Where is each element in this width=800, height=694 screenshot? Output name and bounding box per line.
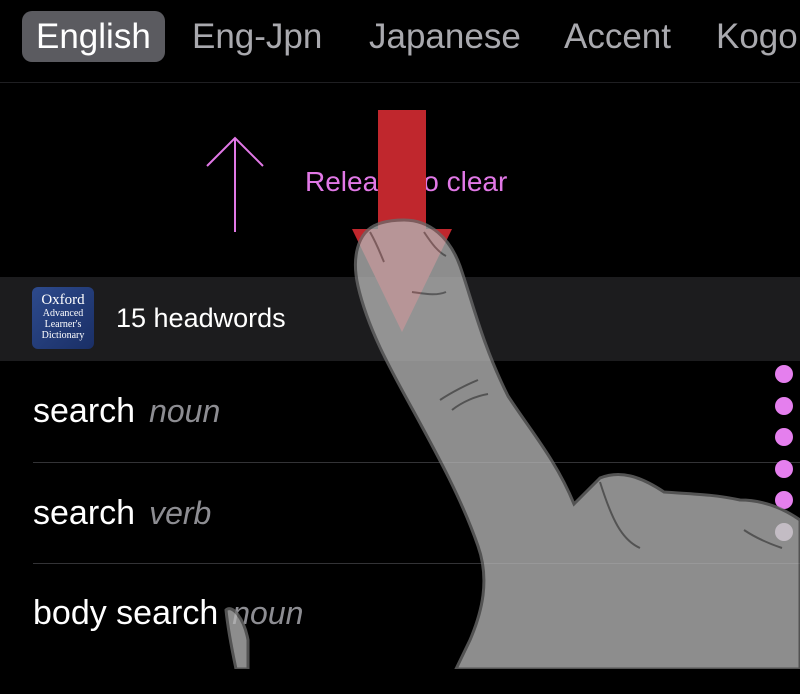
book-title-line1: Oxford [41,292,85,308]
result-pos: noun [232,595,304,631]
result-pos: noun [149,393,221,429]
tab-japanese[interactable]: Japanese [355,11,535,62]
headword-count: 15 headwords [116,303,286,333]
result-word: search [33,494,136,532]
index-dot[interactable] [775,522,793,541]
index-dot[interactable] [775,396,793,415]
result-row[interactable]: search noun [33,392,800,492]
tab-english[interactable]: English [22,11,165,62]
index-dot[interactable] [775,491,793,509]
oxford-dictionary-icon: Oxford Advanced Learner's Dictionary [32,287,94,349]
book-title-line4: Dictionary [41,330,85,341]
tab-accent[interactable]: Accent [550,11,685,62]
index-dot[interactable] [775,365,793,383]
pull-up-arrow-icon [206,136,264,232]
result-row[interactable]: search verb [33,494,800,594]
index-dot[interactable] [775,428,793,446]
row-divider [33,563,800,564]
release-to-clear-label: Release to clear [305,166,508,197]
result-word: body search [33,594,219,632]
row-divider [33,462,800,463]
index-scroller[interactable] [775,365,797,554]
result-row[interactable]: body search noun [33,594,800,694]
tab-bar: English Eng-Jpn Japanese Accent Kogo [0,0,800,82]
tab-eng-jpn[interactable]: Eng-Jpn [178,11,336,62]
tab-kogo[interactable]: Kogo [702,11,800,62]
index-dot[interactable] [775,459,793,478]
result-word: search [33,392,136,430]
book-title-line3: Learner's [44,319,82,330]
book-title-line2: Advanced [42,308,84,319]
result-pos: verb [149,495,212,531]
